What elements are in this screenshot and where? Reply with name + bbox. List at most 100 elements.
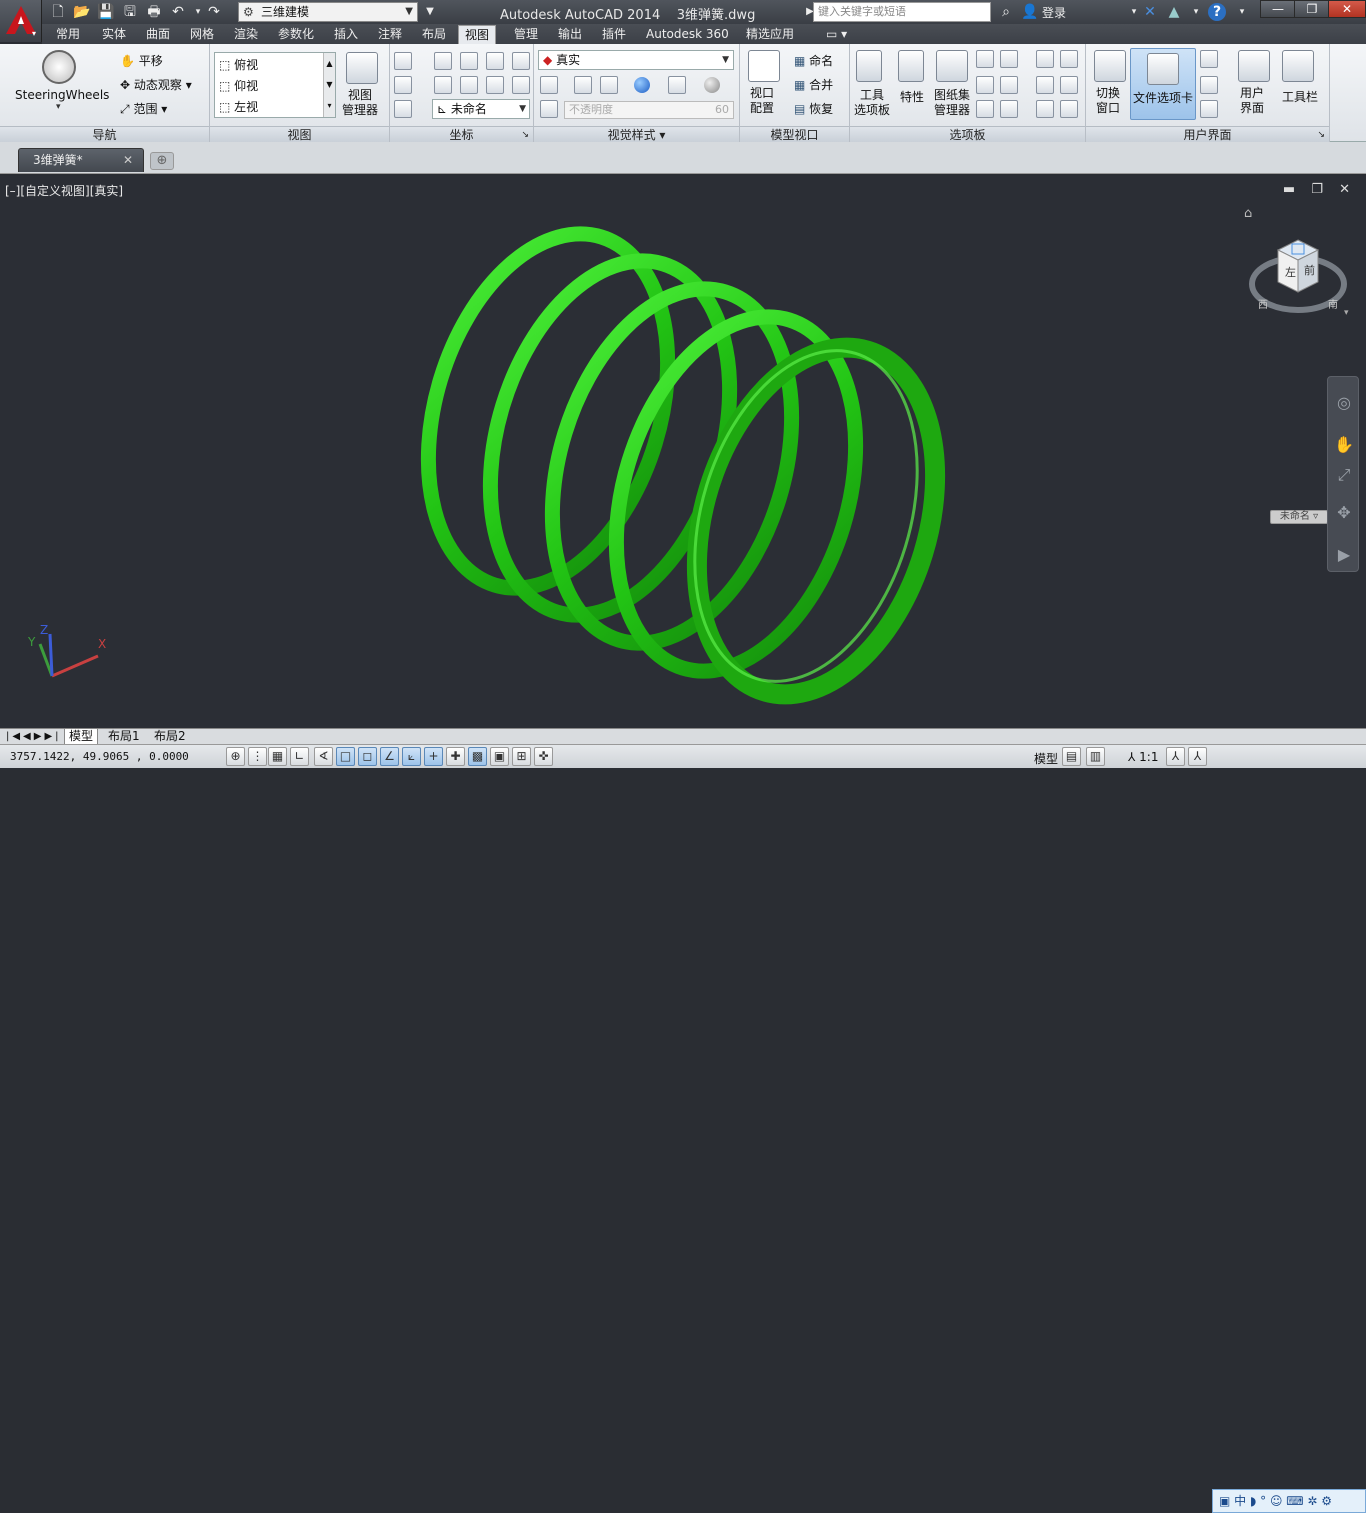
zoom-nav-icon[interactable]: ⤢ [1334,465,1354,485]
viewcube-menu-icon[interactable]: ▾ [1344,308,1349,318]
tab-annotate[interactable]: 注释 [372,25,408,44]
palette-icon-5[interactable] [976,100,994,118]
ucs-y-icon[interactable] [486,52,504,70]
restore-viewports-button[interactable]: ▤ 恢复 [794,100,833,117]
customize-qat-icon[interactable]: ▼ [420,3,440,21]
ucs-world-icon[interactable] [434,52,452,70]
ribbon-minimize-icon[interactable]: ▭ ▾ [820,25,853,44]
toolbars-label[interactable]: 工具栏 [1282,88,1318,105]
switch-windows-label[interactable]: 切换 窗口 [1096,86,1120,116]
view-bottom-item[interactable]: ⬚ 仰视 [219,77,258,94]
properties-icon[interactable] [898,50,924,82]
palette-icon-9[interactable] [1036,76,1054,94]
annotation-scale[interactable]: ⅄ 1:1 [1128,750,1158,764]
save-as-icon[interactable]: 🖫 [120,3,140,21]
layout-nav-arrows[interactable]: |◀◀▶▶| [2,729,66,745]
extent-button[interactable]: ⤢ 范围 ▾ [120,100,167,117]
view-manager-icon[interactable] [346,52,378,84]
tab-manage[interactable]: 管理 [508,25,544,44]
layout-tile-icon-3[interactable] [1200,100,1218,118]
tab-insert[interactable]: 插入 [328,25,364,44]
tab-autodesk-360[interactable]: Autodesk 360 [640,25,735,44]
tool-palettes-label[interactable]: 工具 选项板 [854,88,890,118]
sheetset-icon[interactable] [936,50,968,82]
sheetset-label[interactable]: 图纸集 管理器 [934,88,970,118]
osnap-icon[interactable]: □ [336,747,355,766]
palette-icon-10[interactable] [1060,76,1078,94]
layout-tab-1[interactable]: 布局1 [104,729,144,745]
user-icon[interactable]: 👤 [1020,3,1040,21]
tab-solid[interactable]: 实体 [96,25,132,44]
tab-featured-apps[interactable]: 精选应用 [740,25,800,44]
compass-south[interactable]: 南 [1328,296,1338,311]
view-manager-label[interactable]: 视图 管理器 [342,88,378,118]
print-icon[interactable]: 🖶 [144,3,164,21]
annotation-monitor-icon[interactable]: ✜ [534,747,553,766]
layout-tile-icon-1[interactable] [1200,50,1218,68]
chevron-down-icon[interactable]: ▾ [56,102,61,112]
home-icon[interactable]: ⌂ [1244,206,1252,221]
material-sphere-icon[interactable] [704,77,720,93]
dyn-icon[interactable]: + [424,747,443,766]
file-tab[interactable]: 3维弹簧* ✕ [18,148,144,172]
panel-title-navigation[interactable]: 导航 [0,126,209,142]
sphere-icon[interactable] [634,77,650,93]
redo-icon[interactable]: ↷ [204,3,224,21]
palette-icon-12[interactable] [1060,100,1078,118]
model-space-label[interactable]: 模型 [1034,750,1058,767]
toolbars-icon[interactable] [1282,50,1314,82]
open-file-icon[interactable]: 📂 [72,3,92,21]
ucs-previous-icon[interactable] [434,76,452,94]
dialog-launcher-icon[interactable]: ↘ [521,127,529,143]
panel-title-visual-styles[interactable]: 视觉样式 ▾ [534,126,739,142]
view-top-item[interactable]: ⬚ 俯视 [219,56,258,73]
palette-icon-3[interactable] [976,76,994,94]
user-interface-icon[interactable] [1238,50,1270,82]
palette-icon-7[interactable] [1036,50,1054,68]
transparency-icon[interactable]: ▩ [468,747,487,766]
ucs-3point-icon[interactable] [394,100,412,118]
otrack-icon[interactable]: ∠ [380,747,399,766]
ucs-object-icon[interactable] [486,76,504,94]
new-file-icon[interactable]: 🗋 [48,3,68,21]
steeringwheels-icon[interactable] [42,50,76,84]
tab-home[interactable]: 常用 [50,25,86,44]
join-viewports-button[interactable]: ▦ 合并 [794,76,833,93]
xray-icon[interactable] [540,100,558,118]
color-icon[interactable] [600,76,618,94]
polar-icon[interactable]: ∢ [314,747,333,766]
tab-output[interactable]: 输出 [552,25,588,44]
ucs-name-select[interactable]: ⊾ 未命名 ▼ [432,99,530,119]
switch-windows-icon[interactable] [1094,50,1126,82]
auto-scale-icon[interactable]: ⅄ [1188,747,1207,766]
ucs-face-icon[interactable] [512,76,530,94]
search-input[interactable]: 键入关键字或短语 [813,2,991,22]
panel-title-coordinates[interactable]: 坐标 ↘ [390,126,533,142]
palette-icon-8[interactable] [1060,50,1078,68]
viewport-config-label[interactable]: 视口 配置 [750,86,774,116]
calculator-icon[interactable] [1000,76,1018,94]
selection-cycling-icon[interactable]: ⊞ [512,747,531,766]
save-icon[interactable]: 💾 [96,3,116,21]
layout-tile-icon-2[interactable] [1200,76,1218,94]
viewcube-front-face[interactable]: 前 [1304,262,1315,278]
coordinate-readout[interactable]: 3757.1422, 49.9065 , 0.0000 [10,750,189,763]
tool-palettes-icon[interactable] [856,50,882,82]
opacity-slider[interactable]: 不透明度 60 [564,101,734,119]
ortho-icon[interactable]: ∟ [290,747,309,766]
properties-label[interactable]: 特性 [900,88,924,105]
lineweight-icon[interactable]: ✚ [446,747,465,766]
gallery-scroll[interactable]: ▲ ▼ ▾ [323,53,335,117]
steeringwheels-label[interactable]: SteeringWheels [15,88,109,102]
palette-icon-11[interactable] [1036,100,1054,118]
tab-layout[interactable]: 布局 [416,25,452,44]
tab-render[interactable]: 渲染 [228,25,264,44]
ucs-view-icon[interactable] [460,76,478,94]
login-link[interactable]: 登录 [1042,4,1066,21]
orbit-button[interactable]: ✥ 动态观察 ▾ [120,76,192,93]
palette-icon-1[interactable] [976,50,994,68]
more-dropdown-icon[interactable]: ▾ [1186,3,1206,21]
tab-plugins[interactable]: 插件 [596,25,632,44]
ucs-z-icon[interactable] [512,52,530,70]
file-tabs-toggle[interactable]: 文件选项卡 [1130,48,1196,120]
